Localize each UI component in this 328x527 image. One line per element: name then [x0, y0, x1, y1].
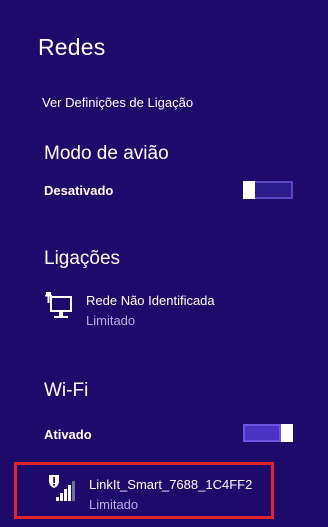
- wifi-secured-warning-icon: [49, 475, 75, 501]
- airplane-mode-heading: Modo de avião: [44, 143, 169, 164]
- wifi-network-status: Limitado: [89, 497, 139, 512]
- wifi-heading: Wi-Fi: [44, 380, 89, 401]
- toggle-track: [253, 181, 293, 199]
- wired-network-icon: [45, 292, 72, 318]
- panel-title: Redes: [38, 34, 106, 60]
- connections-heading: Ligações: [44, 248, 121, 269]
- wifi-network-item-selected[interactable]: LinkIt_Smart_7688_1C4FF2 Limitado: [14, 462, 274, 519]
- signal-bar-5: [72, 481, 75, 501]
- toggle-track: [243, 424, 281, 442]
- connection-item-wired[interactable]: Rede Não Identificada Limitado: [44, 291, 284, 331]
- toggle-thumb: [243, 181, 255, 199]
- connection-name: Rede Não Identificada: [86, 293, 215, 308]
- connection-settings-link[interactable]: Ver Definições de Ligação: [42, 95, 193, 110]
- wifi-network-name: LinkIt_Smart_7688_1C4FF2: [89, 477, 253, 492]
- connection-status: Limitado: [86, 313, 136, 328]
- signal-bar-4: [68, 485, 71, 501]
- toggle-thumb: [281, 424, 293, 442]
- signal-bar-2: [60, 493, 63, 501]
- airplane-mode-toggle[interactable]: [243, 181, 293, 199]
- wifi-toggle[interactable]: [243, 424, 293, 442]
- signal-bar-3: [64, 489, 67, 501]
- airplane-mode-state-label: Desativado: [44, 183, 114, 198]
- wifi-state-label: Ativado: [44, 427, 92, 442]
- signal-bar-1: [56, 497, 59, 501]
